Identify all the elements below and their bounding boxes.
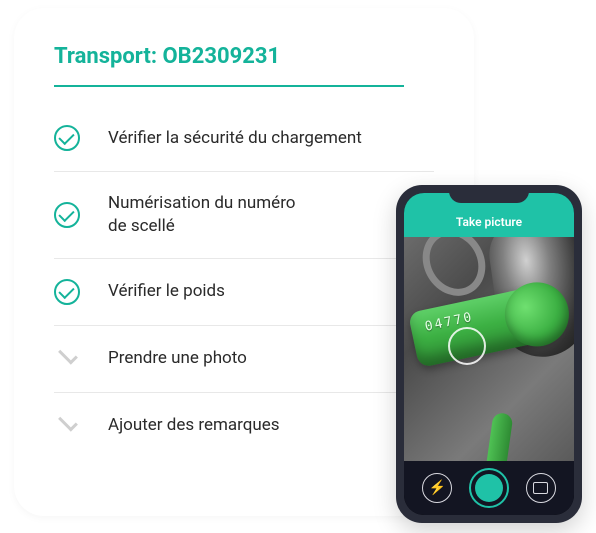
camera-header-title: Take picture xyxy=(456,215,522,229)
camera-controls: ⚡ xyxy=(404,461,574,515)
check-circle-icon xyxy=(54,279,80,305)
checklist-item-label: Ajouter des remarques xyxy=(108,414,280,437)
page-title: Transport: OB2309231 xyxy=(14,44,474,85)
list-item[interactable]: Ajouter des remarques xyxy=(54,393,434,459)
focus-ring-icon xyxy=(448,327,486,365)
checklist-item-label: Vérifier le poids xyxy=(108,280,225,303)
check-circle-icon xyxy=(54,125,80,151)
list-item[interactable]: Vérifier la sécurité du chargement xyxy=(54,105,434,172)
checklist-item-label: Prendre une photo xyxy=(108,347,247,370)
flash-button[interactable]: ⚡ xyxy=(422,473,452,503)
checklist-item-label: Numérisation du numéro de scellé xyxy=(108,192,295,238)
check-pending-icon xyxy=(54,413,80,439)
camera-viewfinder[interactable]: 04770 xyxy=(404,237,574,461)
phone-notch xyxy=(449,185,529,203)
shutter-button[interactable] xyxy=(469,468,509,508)
flash-icon: ⚡ xyxy=(429,480,446,496)
check-pending-icon xyxy=(54,346,80,372)
seal-tail xyxy=(483,412,514,461)
list-item[interactable]: Prendre une photo xyxy=(54,326,434,393)
phone-screen: Take picture 04770 ⚡ xyxy=(404,193,574,515)
list-item[interactable]: Vérifier le poids xyxy=(54,259,434,326)
check-circle-icon xyxy=(54,202,80,228)
phone-mockup: Take picture 04770 ⚡ xyxy=(396,185,582,523)
shutter-icon xyxy=(475,474,503,502)
list-item[interactable]: Numérisation du numéro de scellé xyxy=(54,172,434,259)
gallery-button[interactable] xyxy=(526,473,556,503)
checklist-item-label: Vérifier la sécurité du chargement xyxy=(108,127,362,150)
title-underline xyxy=(54,85,404,87)
